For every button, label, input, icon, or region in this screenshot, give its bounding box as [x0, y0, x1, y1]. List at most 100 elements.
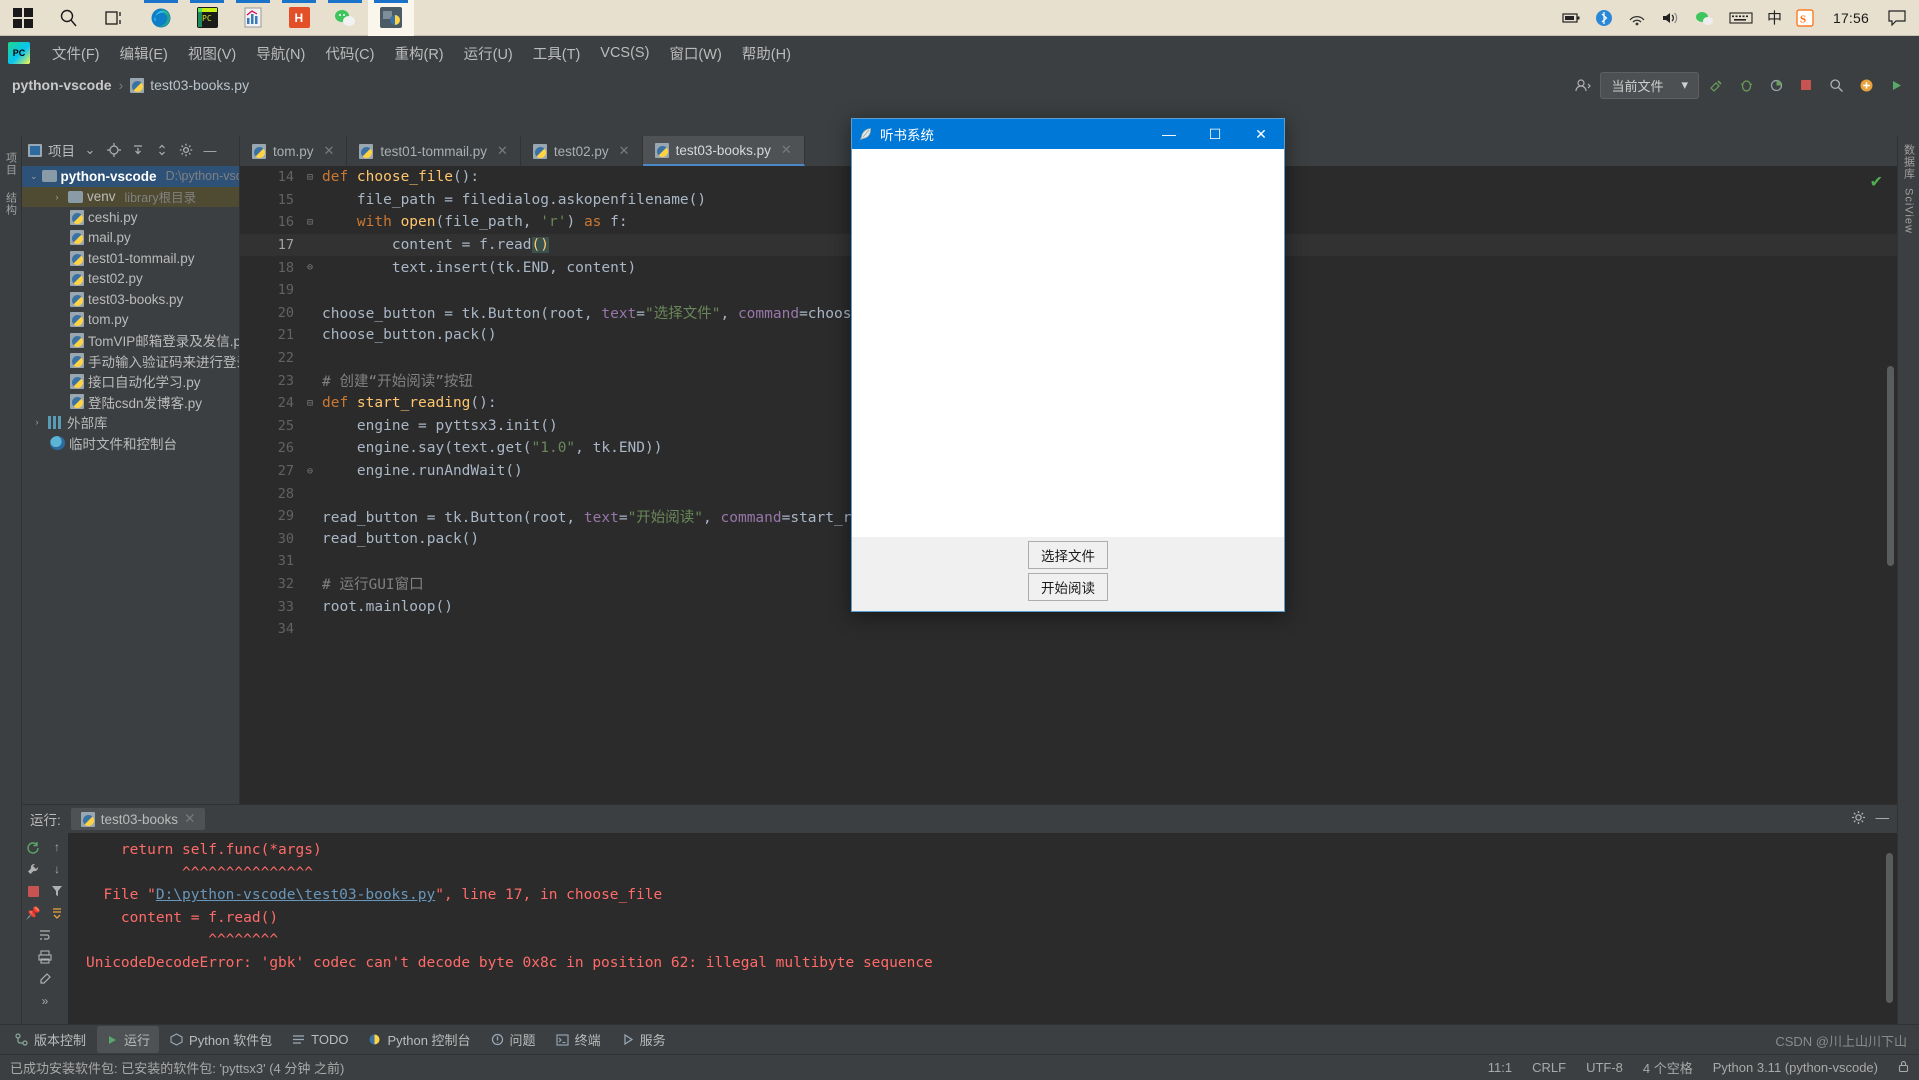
plus-icon[interactable] [1853, 73, 1879, 97]
edge-icon[interactable] [138, 0, 184, 36]
line-separator[interactable]: CRLF [1532, 1060, 1566, 1075]
menu-item-view[interactable]: 视图(V) [178, 39, 246, 68]
run-icon[interactable] [1883, 73, 1909, 97]
windows-start-icon[interactable] [0, 0, 46, 36]
wechat-tray-icon[interactable] [1688, 0, 1722, 36]
fold-marker-icon[interactable]: ⊖ [302, 466, 318, 477]
menu-item-navigate[interactable]: 导航(N) [246, 39, 315, 68]
stop-icon[interactable] [1793, 73, 1819, 97]
tree-item-test02[interactable]: test02.py [22, 269, 239, 290]
hbuilder-icon[interactable]: H [276, 0, 322, 36]
search-icon[interactable] [46, 0, 92, 36]
down-arrow-icon[interactable]: ↓ [47, 859, 67, 879]
tree-item-manual-captcha[interactable]: 手动输入验证码来进行登录.p [22, 351, 239, 372]
scroll-end-icon[interactable] [47, 903, 67, 923]
close-icon[interactable]: ✕ [324, 143, 335, 159]
pycharm-icon[interactable]: PC [184, 0, 230, 36]
menu-item-tools[interactable]: 工具(T) [523, 39, 591, 68]
keyboard-icon[interactable] [1722, 0, 1760, 36]
coverage-icon[interactable] [1763, 73, 1789, 97]
editor-tab-test02[interactable]: test02.py ✕ [521, 136, 643, 166]
close-icon[interactable]: ✕ [781, 142, 792, 158]
tree-item-external-libraries[interactable]: › 外部库 [22, 412, 239, 433]
run-tab-test03-books[interactable]: test03-books ✕ [70, 808, 206, 830]
console-scrollbar[interactable] [1886, 853, 1893, 1003]
filter-icon[interactable] [47, 881, 67, 901]
bottom-tab-python-console[interactable]: Python 控制台 [359, 1026, 479, 1053]
settings-gear-icon[interactable] [177, 141, 195, 159]
menu-item-refactor[interactable]: 重构(R) [384, 39, 453, 68]
tree-item-api-auto[interactable]: 接口自动化学习.py [22, 371, 239, 392]
wifi-icon[interactable] [1620, 0, 1654, 36]
ime-icon[interactable]: 中 [1760, 0, 1789, 36]
chart-app-icon[interactable] [230, 0, 276, 36]
chevron-right-icon[interactable]: › [30, 417, 44, 427]
menu-item-help[interactable]: 帮助(H) [732, 39, 801, 68]
rerun-icon[interactable] [23, 837, 43, 857]
expand-icon[interactable] [153, 141, 171, 159]
tree-item-ceshi[interactable]: ceshi.py [22, 207, 239, 228]
tk-text-area[interactable] [852, 149, 1284, 537]
bottom-tab-todo[interactable]: TODO [283, 1028, 357, 1051]
menu-item-vcs[interactable]: VCS(S) [590, 41, 659, 65]
hide-panel-icon[interactable]: — [201, 141, 219, 159]
editor-tab-tom[interactable]: tom.py ✕ [240, 136, 348, 166]
collapse-icon[interactable] [129, 141, 147, 159]
close-icon[interactable]: ✕ [619, 143, 630, 159]
notification-icon[interactable] [1881, 0, 1913, 36]
chevron-right-icon[interactable]: › [50, 192, 64, 202]
print-icon[interactable] [35, 947, 55, 967]
bottom-tab-version-control[interactable]: 版本控制 [6, 1026, 95, 1053]
lock-icon[interactable] [1898, 1060, 1909, 1076]
bottom-tab-run[interactable]: 运行 [97, 1026, 160, 1053]
rail-item-project[interactable]: 项目 [3, 146, 19, 182]
breadcrumb-root[interactable]: python-vscode [12, 77, 112, 93]
bottom-tab-services[interactable]: 服务 [612, 1026, 675, 1053]
search-icon[interactable] [1823, 73, 1849, 97]
close-icon[interactable]: ✕ [497, 143, 508, 159]
tree-item-test01-tommail[interactable]: test01-tommail.py [22, 248, 239, 269]
tk-title-bar[interactable]: 听书系统 — ☐ ✕ [852, 119, 1284, 149]
target-icon[interactable] [105, 141, 123, 159]
menu-item-file[interactable]: 文件(F) [42, 39, 110, 68]
rail-item-sciview[interactable]: SciView [1903, 188, 1915, 234]
bottom-tab-python-packages[interactable]: Python 软件包 [161, 1026, 281, 1053]
fold-marker-icon[interactable]: ⊟ [302, 217, 318, 228]
console-file-link[interactable]: D:\python-vscode\test03-books.py [156, 887, 435, 903]
file-encoding[interactable]: UTF-8 [1586, 1060, 1623, 1075]
tree-item-test03-books[interactable]: test03-books.py [22, 289, 239, 310]
bottom-tab-problems[interactable]: 问题 [482, 1026, 545, 1053]
tkinter-dialog-window[interactable]: 听书系统 — ☐ ✕ 选择文件 开始阅读 [851, 118, 1285, 612]
menu-item-code[interactable]: 代码(C) [315, 39, 384, 68]
breadcrumb-file[interactable]: test03-books.py [130, 77, 249, 93]
tree-item-venv[interactable]: › venv library根目录 [22, 186, 239, 207]
bluetooth-icon[interactable] [1588, 0, 1620, 36]
rail-item-structure[interactable]: 结构 [3, 186, 19, 222]
tk-maximize-button[interactable]: ☐ [1192, 119, 1238, 149]
project-dropdown-icon[interactable]: ⌄ [81, 141, 99, 159]
soft-wrap-icon[interactable] [35, 925, 55, 945]
build-icon[interactable] [1703, 73, 1729, 97]
tree-item-mail[interactable]: mail.py [22, 228, 239, 249]
minimize-icon[interactable]: — [1876, 810, 1890, 828]
tree-item-scratches[interactable]: 临时文件和控制台 [22, 433, 239, 454]
pycharm-active-icon[interactable] [368, 0, 414, 36]
settings-gear-icon[interactable] [1851, 810, 1866, 828]
menu-item-edit[interactable]: 编辑(E) [110, 39, 178, 68]
menu-item-run[interactable]: 运行(U) [454, 39, 523, 68]
clear-icon[interactable] [35, 969, 55, 989]
sogou-icon[interactable]: S [1789, 0, 1821, 36]
tk-close-button[interactable]: ✕ [1238, 119, 1284, 149]
tree-item-tom[interactable]: tom.py [22, 310, 239, 331]
user-profile-icon[interactable] [1570, 73, 1596, 97]
editor-vertical-scrollbar[interactable] [1887, 366, 1894, 566]
start-reading-button[interactable]: 开始阅读 [1028, 573, 1108, 601]
wrench-icon[interactable] [23, 859, 43, 879]
task-view-icon[interactable] [92, 0, 138, 36]
inspection-status-icon[interactable]: ✔ [1870, 172, 1883, 192]
console-output[interactable]: return self.func(*args) ^^^^^^^^^^^^^^^ … [68, 833, 1897, 1024]
rail-item-database[interactable]: 数据库 [1901, 144, 1917, 180]
chevron-down-icon[interactable]: ⌄ [30, 171, 38, 182]
pin-icon[interactable]: 📌 [23, 903, 43, 923]
code-line[interactable]: 34 [240, 618, 1897, 641]
